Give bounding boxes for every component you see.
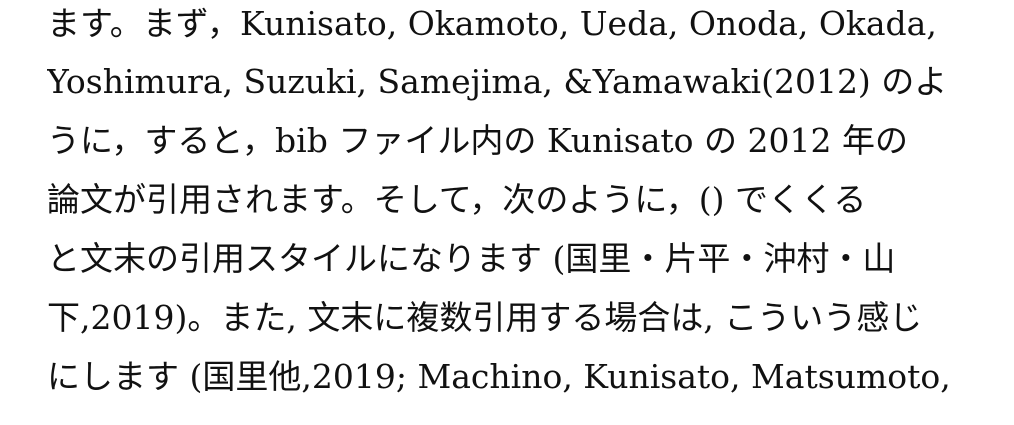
paragraph-line-5: と文末の引用スタイルになります (国里・片平・沖村・山	[47, 239, 896, 278]
paragraph-line-4: 論文が引用されます。そして，次のように，() でくくる	[47, 180, 867, 219]
paragraph-line-3: うに，すると，bib ファイル内の Kunisato の 2012 年の	[47, 121, 908, 160]
paragraph-line-6: 下,2019)。また, 文末に複数引用する場合は, こういう感じ	[47, 298, 923, 337]
document-page: ます。まず，Kunisato, Okamoto, Ueda, Onoda, Ok…	[0, 0, 1014, 425]
paragraph-line-7: にします (国里他,2019; Machino, Kunisato, Matsu…	[47, 357, 951, 396]
paragraph-line-2: Yoshimura, Suzuki, Samejima, &Yamawaki(2…	[47, 62, 948, 101]
paragraph-line-1: ます。まず，Kunisato, Okamoto, Ueda, Onoda, Ok…	[47, 4, 937, 43]
